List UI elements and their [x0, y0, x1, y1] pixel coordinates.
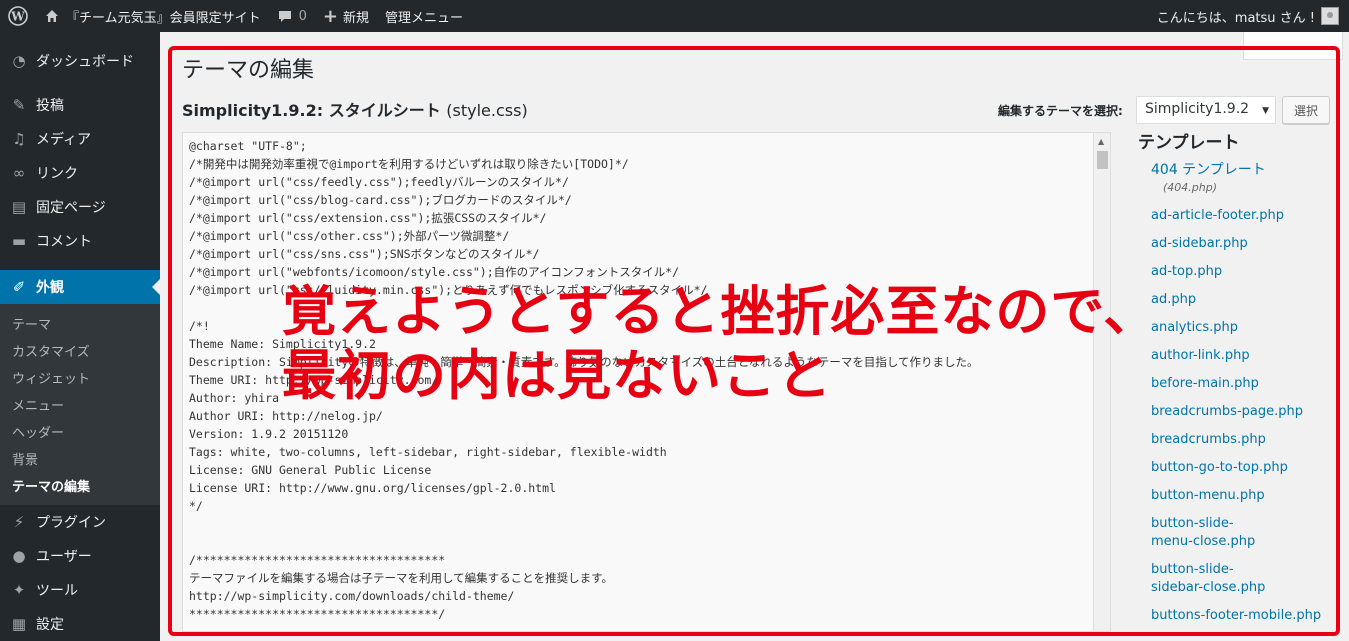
avatar: [1321, 7, 1339, 25]
select-theme-label: 編集するテーマを選択:: [998, 104, 1123, 118]
sidebar-separator: [0, 78, 160, 88]
template-heading: テンプレート: [1138, 133, 1240, 153]
my-account-link[interactable]: こんにちは、matsu さん !: [1149, 0, 1349, 32]
template-file-link[interactable]: breadcrumbs.php: [1138, 431, 1338, 449]
sidebar-item-posts[interactable]: ✎ 投稿: [0, 88, 160, 122]
sidebar-item-label: コメント: [36, 234, 92, 250]
submenu-item-menus[interactable]: メニュー: [0, 391, 160, 418]
submenu-item-theme-editor[interactable]: テーマの編集: [0, 472, 160, 499]
dashboard-icon: ◔: [12, 52, 26, 70]
site-name-link[interactable]: 『チーム元気玉』会員限定サイト: [36, 0, 269, 32]
template-file-link[interactable]: button-menu.php: [1138, 487, 1338, 505]
template-file-link[interactable]: ad.php: [1138, 291, 1338, 309]
comments-count: 0: [298, 8, 307, 24]
sidebar-item-dashboard[interactable]: ◔ ダッシュボード: [0, 44, 160, 78]
admin-menu-link[interactable]: 管理メニュー: [377, 0, 471, 32]
scrollbar-thumb[interactable]: [1097, 151, 1108, 169]
file-heading-name: (style.css): [446, 101, 528, 120]
file-heading: Simplicity1.9.2: スタイルシート (style.css): [182, 97, 528, 121]
sidebar-item-label: 設定: [36, 617, 64, 633]
new-content-link[interactable]: + 新規: [315, 0, 377, 32]
sidebar-item-users[interactable]: ● ユーザー: [0, 539, 160, 573]
template-file-link[interactable]: breadcrumbs-page.php: [1138, 403, 1338, 421]
sidebar-item-label: ユーザー: [36, 549, 92, 565]
template-file-list: テンプレート 404 テンプレート (404.php) ad-article-f…: [1138, 128, 1338, 641]
editor-scrollbar[interactable]: ▲: [1093, 133, 1110, 631]
site-name: 『チーム元気玉』会員限定サイト: [66, 10, 261, 26]
scroll-up-icon[interactable]: ▲: [1098, 137, 1104, 146]
template-file-link[interactable]: ad-sidebar.php: [1138, 235, 1338, 253]
code-editor-content[interactable]: @charset "UTF-8"; /*開発中は開発効率重視で@importを利…: [183, 133, 1110, 627]
appearance-submenu: テーマ カスタマイズ ウィジェット メニュー ヘッダー 背景 テーマの編集: [0, 304, 160, 505]
sidebar-top-gap: [0, 32, 160, 44]
page-icon: ▤: [11, 198, 27, 216]
sidebar-item-links[interactable]: ∞ リンク: [0, 156, 160, 190]
sidebar-separator: [0, 258, 160, 270]
greeting: こんにちは、matsu さん !: [1156, 10, 1315, 26]
select-theme-button[interactable]: 選択: [1282, 96, 1330, 124]
template-file-link[interactable]: ad-article-footer.php: [1138, 207, 1338, 225]
code-editor[interactable]: @charset "UTF-8"; /*開発中は開発効率重視で@importを利…: [182, 132, 1111, 632]
template-file-link[interactable]: before-main.php: [1138, 375, 1338, 393]
sidebar-item-comments[interactable]: ▬ コメント: [0, 224, 160, 258]
theme-select-value: Simplicity1.9.2: [1145, 101, 1250, 117]
dropdown-caret-icon: ▼: [1262, 106, 1269, 116]
submenu-item-customize[interactable]: カスタマイズ: [0, 337, 160, 364]
sidebar-item-label: 投稿: [36, 98, 64, 114]
submenu-item-themes[interactable]: テーマ: [0, 310, 160, 337]
theme-select[interactable]: Simplicity1.9.2 ▼: [1136, 96, 1276, 124]
page-title: テーマの編集: [182, 58, 315, 83]
media-icon: ♫: [12, 130, 26, 148]
plus-icon: +: [322, 5, 338, 27]
file-heading-file: スタイルシート: [328, 101, 441, 120]
submenu-item-background[interactable]: 背景: [0, 445, 160, 472]
plugin-icon: ⚡: [13, 513, 25, 531]
settings-icon: ▦: [11, 615, 27, 633]
sidebar-item-settings[interactable]: ▦ 設定: [0, 607, 160, 641]
user-icon: ●: [12, 547, 26, 565]
sidebar-item-tools[interactable]: ✦ ツール: [0, 573, 160, 607]
sidebar-item-media[interactable]: ♫ メディア: [0, 122, 160, 156]
sidebar-item-label: プラグイン: [36, 515, 106, 531]
submenu-item-widgets[interactable]: ウィジェット: [0, 364, 160, 391]
sidebar-item-label: ダッシュボード: [36, 54, 134, 70]
link-icon: ∞: [12, 164, 26, 182]
admin-menu-label: 管理メニュー: [385, 10, 464, 26]
home-icon: [46, 10, 58, 22]
comment-icon: ▬: [11, 232, 27, 250]
template-file-link[interactable]: ad-top.php: [1138, 263, 1338, 281]
main-content: テーマの編集 Simplicity1.9.2: スタイルシート (style.c…: [160, 32, 1349, 641]
sidebar-item-plugins[interactable]: ⚡ プラグイン: [0, 505, 160, 539]
screen-options-tab[interactable]: [1243, 32, 1343, 60]
sidebar-item-label: メディア: [36, 132, 92, 148]
wrench-icon: ✦: [12, 581, 26, 599]
sidebar-item-appearance[interactable]: ✐ 外観: [0, 270, 160, 304]
template-file-link[interactable]: author-link.php: [1138, 347, 1338, 365]
comments-link[interactable]: 0: [269, 0, 315, 32]
sidebar-item-label: リンク: [36, 166, 78, 182]
sidebar-item-pages[interactable]: ▤ 固定ページ: [0, 190, 160, 224]
submenu-item-header[interactable]: ヘッダー: [0, 418, 160, 445]
template-file-link[interactable]: button-slide-menu-close.php: [1138, 515, 1268, 551]
sidebar-item-label: 外観: [36, 280, 64, 296]
template-list: 404 テンプレート (404.php) ad-article-footer.p…: [1138, 161, 1338, 625]
sidebar-item-label: 固定ページ: [36, 200, 106, 216]
template-file-link[interactable]: buttons-footer-mobile.php: [1138, 607, 1338, 625]
template-file-link[interactable]: analytics.php: [1138, 319, 1338, 337]
new-label: 新規: [343, 10, 370, 26]
admin-sidebar: ◔ ダッシュボード ✎ 投稿 ♫ メディア ∞ リンク ▤ 固定ページ ▬ コメ…: [0, 32, 160, 641]
admin-bar: W 『チーム元気玉』会員限定サイト 0 + 新規 管理メニュー こんにちは、ma…: [0, 0, 1349, 32]
sidebar-item-label: ツール: [36, 583, 78, 599]
template-file-link[interactable]: 404 テンプレート (404.php): [1138, 161, 1338, 197]
brush-icon: ✐: [12, 278, 26, 296]
template-file-label: 404 テンプレート: [1151, 162, 1266, 178]
file-heading-theme: Simplicity1.9.2:: [182, 101, 324, 120]
svg-text:W: W: [10, 10, 25, 24]
comment-icon: [278, 11, 291, 22]
template-file-sublabel: (404.php): [1163, 181, 1218, 194]
wordpress-logo-icon[interactable]: W: [0, 0, 36, 32]
pin-icon: ✎: [12, 96, 26, 114]
template-file-link[interactable]: button-go-to-top.php: [1138, 459, 1338, 477]
template-file-link[interactable]: button-slide-sidebar-close.php: [1138, 561, 1268, 597]
